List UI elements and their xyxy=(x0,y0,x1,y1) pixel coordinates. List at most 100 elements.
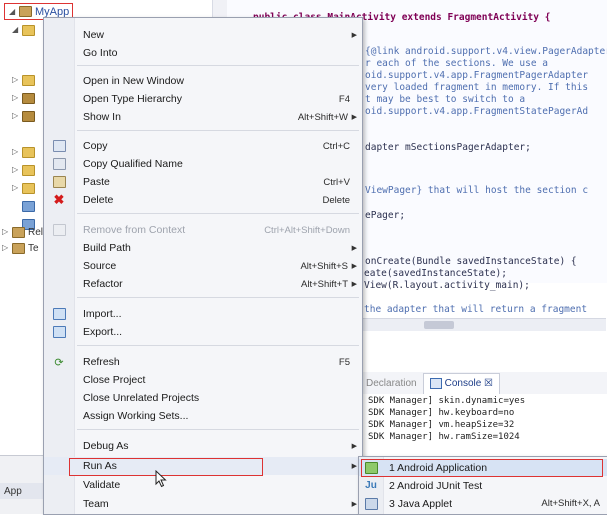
tab-declaration[interactable]: Declaration xyxy=(360,373,423,393)
code-line[interactable]: r each of the sections. We use a xyxy=(365,58,548,69)
menu-item-label: Refresh xyxy=(83,356,120,368)
menu-item-label: Remove from Context xyxy=(83,224,186,236)
tree-row-project-te[interactable]: ▷ Te xyxy=(0,240,39,256)
tree-row-assets[interactable]: ▷ xyxy=(0,144,35,160)
copy-icon xyxy=(52,139,66,153)
menu-item-label: Show In xyxy=(83,111,121,123)
menu-item-label: Paste xyxy=(83,176,110,188)
library-icon xyxy=(22,110,35,122)
menu-item-open-type-hierarchy[interactable]: Open Type Hierarchy F4 xyxy=(44,90,362,108)
menu-item-shortcut: Alt+Shift+W xyxy=(297,111,348,123)
menu-item-build-path[interactable]: Build Path ▶ xyxy=(44,239,362,257)
collapse-arrow-icon[interactable]: ▷ xyxy=(12,184,20,192)
console-line: SDK Manager] vm.heapSize=32 xyxy=(368,420,515,430)
menu-separator xyxy=(77,213,359,214)
collapse-arrow-icon[interactable]: ▷ xyxy=(12,148,20,156)
collapse-arrow-icon[interactable]: ▷ xyxy=(12,94,20,102)
tree-row-lib2[interactable]: ▷ xyxy=(0,108,35,124)
menu-item-paste[interactable]: Paste Ctrl+V xyxy=(44,173,362,191)
menu-item-close-unrelated-projects[interactable]: Close Unrelated Projects xyxy=(44,389,362,407)
import-icon xyxy=(52,307,66,321)
collapse-arrow-icon[interactable]: ▷ xyxy=(12,76,20,84)
paste-icon xyxy=(52,175,66,189)
menu-item-label: Import... xyxy=(83,308,122,320)
menu-item-close-project[interactable]: Close Project xyxy=(44,371,362,389)
code-line[interactable]: dapter mSectionsPagerAdapter; xyxy=(365,142,531,153)
menu-item-label: Validate xyxy=(83,479,121,491)
menu-item-label: Copy Qualified Name xyxy=(83,158,183,170)
manifest-file-icon xyxy=(22,200,35,212)
menu-item-label: Close Unrelated Projects xyxy=(83,392,200,404)
copy-qualified-icon xyxy=(52,157,66,171)
menu-item-refresh[interactable]: ⟳ Refresh F5 xyxy=(44,353,362,371)
collapse-arrow-icon[interactable]: ▷ xyxy=(2,244,10,252)
scrollbar-thumb[interactable] xyxy=(424,321,454,329)
menu-item-refactor[interactable]: Refactor Alt+Shift+T ▶ xyxy=(44,275,362,293)
editor-horizontal-scrollbar[interactable] xyxy=(360,318,606,331)
menu-item-new[interactable]: New ▶ xyxy=(44,26,362,44)
code-line[interactable]: View(R.layout.activity_main); xyxy=(364,280,530,291)
submenu-item-android-junit-test[interactable]: Ju 2 Android JUnit Test xyxy=(359,477,607,494)
app-tab-label: App xyxy=(4,485,22,497)
menu-item-source[interactable]: Source Alt+Shift+S ▶ xyxy=(44,257,362,275)
code-line[interactable]: onCreate(Bundle savedInstanceState) { xyxy=(365,256,577,267)
submenu-arrow-icon: ▶ xyxy=(351,114,357,121)
menu-item-import[interactable]: Import... xyxy=(44,305,362,323)
menu-item-shortcut: Delete xyxy=(322,194,350,206)
junit-icon: Ju xyxy=(365,480,377,491)
code-line[interactable]: ePager; xyxy=(365,210,405,221)
code-line[interactable]: very loaded fragment in memory. If this xyxy=(365,82,588,93)
code-line[interactable]: ViewPager} that will host the section c xyxy=(365,185,588,196)
submenu-arrow-icon: ▶ xyxy=(351,245,357,252)
tree-row-manifest[interactable] xyxy=(0,198,35,214)
menu-item-copy-qualified-name[interactable]: Copy Qualified Name xyxy=(44,155,362,173)
tree-label: Rel xyxy=(28,226,44,238)
menu-separator xyxy=(77,429,359,430)
expand-arrow-icon[interactable]: ◢ xyxy=(9,7,17,16)
menu-separator xyxy=(77,130,359,131)
menu-item-label: New xyxy=(83,29,105,41)
tab-console[interactable]: Console ☒ xyxy=(422,372,501,394)
submenu-item-java-applet[interactable]: 3 Java Applet Alt+Shift+X, A xyxy=(359,495,607,512)
menu-item-shortcut: F5 xyxy=(338,356,350,368)
tree-row-project-rel[interactable]: ▷ Rel xyxy=(0,224,43,240)
tree-row-res[interactable]: ▷ xyxy=(0,180,35,196)
menu-item-label: Open Type Hierarchy xyxy=(83,93,183,105)
menu-item-assign-working-sets[interactable]: Assign Working Sets... xyxy=(44,407,362,425)
menu-item-label: Refactor xyxy=(83,278,123,290)
folder-icon xyxy=(22,74,35,86)
submenu-arrow-icon: ▶ xyxy=(351,263,357,270)
expand-arrow-icon[interactable]: ◢ xyxy=(12,26,20,34)
export-icon xyxy=(52,325,66,339)
tree-label: Te xyxy=(28,242,39,254)
project-folder-icon xyxy=(19,6,32,17)
code-line[interactable]: eate(savedInstanceState); xyxy=(364,268,507,279)
code-line[interactable]: t may be best to switch to a xyxy=(365,94,525,105)
collapse-arrow-icon[interactable]: ▷ xyxy=(12,112,20,120)
menu-item-shortcut: Alt+Shift+S xyxy=(300,260,348,272)
refresh-icon: ⟳ xyxy=(54,356,64,369)
code-line[interactable]: oid.support.v4.app.FragmentPagerAdapter xyxy=(365,70,588,81)
menu-item-go-into[interactable]: Go Into xyxy=(44,44,362,62)
menu-item-export[interactable]: Export... xyxy=(44,323,362,341)
tree-row-lib[interactable]: ▷ xyxy=(0,90,35,106)
tree-row-src[interactable]: ◢ xyxy=(0,22,35,38)
menu-item-open-in-new-window[interactable]: Open in New Window xyxy=(44,72,362,90)
menu-item-label: Export... xyxy=(83,326,123,338)
collapse-arrow-icon[interactable]: ▷ xyxy=(2,228,10,236)
menu-item-copy[interactable]: Copy Ctrl+C xyxy=(44,137,362,155)
tree-row-bin[interactable]: ▷ xyxy=(0,162,35,178)
code-line[interactable]: the adapter that will return a fragment xyxy=(364,304,587,315)
menu-item-delete[interactable]: ✖ Delete Delete xyxy=(44,191,362,209)
tab-declaration-label: Declaration xyxy=(366,377,417,389)
console-output[interactable]: SDK Manager] skin.dynamic=yes SDK Manage… xyxy=(360,394,607,456)
submenu-item-shortcut: Alt+Shift+X, A xyxy=(541,498,600,509)
code-line[interactable]: oid.support.v4.app.FragmentStatePagerAd xyxy=(365,106,588,117)
collapse-arrow-icon[interactable]: ▷ xyxy=(12,166,20,174)
menu-item-debug-as[interactable]: Debug As ▶ xyxy=(44,437,362,455)
menu-item-validate[interactable]: Validate xyxy=(44,476,362,494)
menu-item-show-in[interactable]: Show In Alt+Shift+W ▶ xyxy=(44,108,362,126)
code-line[interactable]: {@link android.support.v4.view.PagerAdap… xyxy=(365,46,607,57)
tree-row-gen[interactable]: ▷ xyxy=(0,72,35,88)
menu-item-team[interactable]: Team ▶ xyxy=(44,495,362,513)
